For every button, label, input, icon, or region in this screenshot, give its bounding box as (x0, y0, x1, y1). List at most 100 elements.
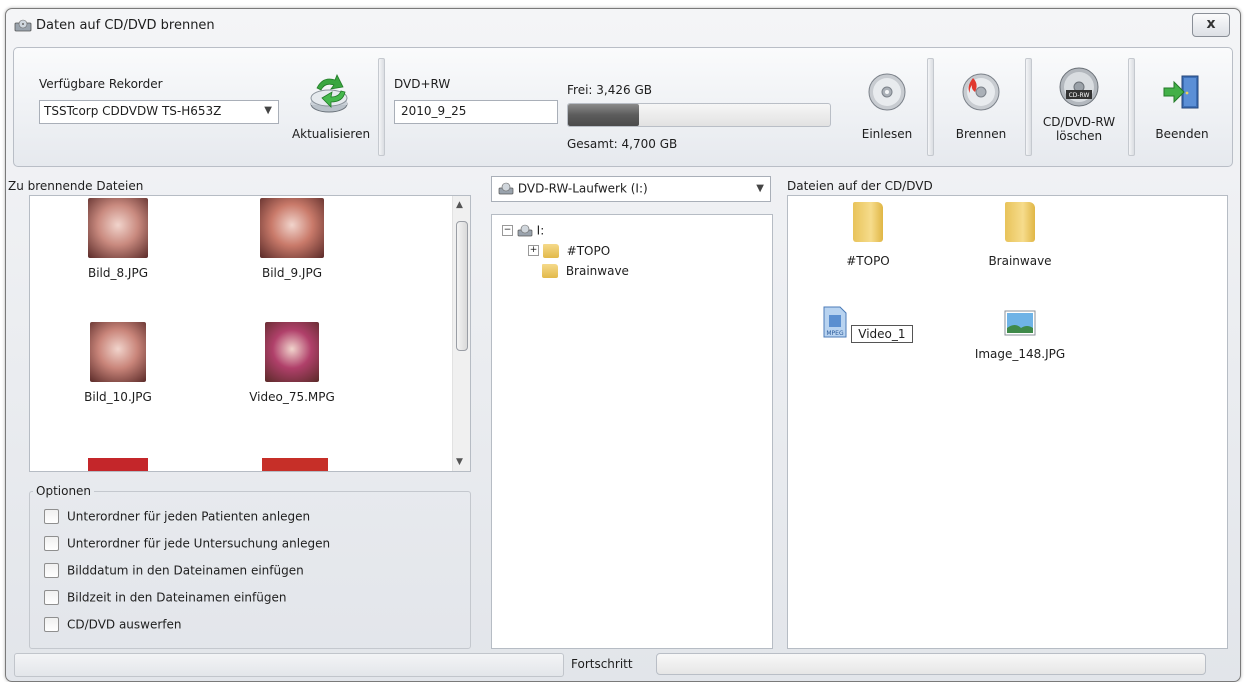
burn-button[interactable]: Brennen (942, 72, 1020, 141)
burner-app-icon (14, 19, 32, 32)
read-button[interactable]: Einlesen (852, 72, 922, 141)
disc-usage-bar (567, 103, 831, 127)
exit-button[interactable]: Beenden (1142, 72, 1222, 141)
refresh-button[interactable]: Aktualisieren (286, 72, 376, 141)
file-name: Bild_10.JPG (84, 390, 152, 404)
disc-item-video[interactable]: MPEG Video_1 (808, 306, 928, 343)
total-space-label: Gesamt: 4,700 GB (567, 137, 678, 151)
disc-files-view[interactable]: #TOPO Brainwave MPEG Video_1 Image_148.J… (787, 195, 1228, 649)
read-button-label: Einlesen (861, 127, 913, 141)
disc-type-label: DVD+RW (394, 77, 451, 91)
photo-thumbnail-image (260, 198, 324, 258)
scroll-up-arrow-icon[interactable]: ▲ (456, 200, 463, 210)
option-label: Unterordner für jeden Patienten anlegen (67, 509, 311, 524)
status-area (14, 653, 564, 677)
drive-select[interactable]: DVD-RW-Laufwerk (I:) ▼ (491, 176, 771, 202)
progress-label: Fortschritt (571, 657, 633, 671)
disc-item-label: Image_148.JPG (974, 347, 1066, 361)
checkbox[interactable] (44, 590, 59, 605)
file-name: Video_75.MPG (249, 390, 335, 404)
tree-item-brainwave[interactable]: Brainwave (542, 263, 629, 278)
checkbox[interactable] (44, 536, 59, 551)
chevron-down-icon: ▼ (264, 105, 272, 116)
refresh-button-label: Aktualisieren (291, 127, 371, 141)
checkbox[interactable] (44, 617, 59, 632)
partial-thumbnail (262, 458, 328, 471)
files-to-burn-list[interactable]: Bild_8.JPG Bild_9.JPG Bild_10.JPG Video_… (29, 195, 471, 472)
disc-files-header: Dateien auf der CD/DVD (787, 179, 933, 193)
option-eject-disc[interactable]: CD/DVD auswerfen (44, 617, 182, 632)
disc-burn-icon (962, 73, 1000, 111)
free-space-label: Frei: 3,426 GB (567, 83, 652, 97)
tree-item-label: #TOPO (566, 243, 611, 258)
status-bar: Fortschritt (6, 651, 1240, 681)
file-thumbnail[interactable]: Video_75.MPG (242, 322, 342, 404)
toolbar: Verfügbare Rekorder TSSTcorp CDDVDW TS-H… (13, 47, 1233, 167)
recorder-select[interactable]: TSSTcorp CDDVDW TS-H653Z ▼ (39, 100, 279, 124)
disc-usage-fill (568, 104, 639, 126)
burn-button-label: Brennen (955, 127, 1007, 141)
disc-read-icon (868, 73, 906, 111)
drive-tree-view[interactable]: − I: + #TOPO Brainwave (491, 214, 773, 649)
refresh-drive-icon (310, 74, 348, 113)
option-image-date[interactable]: Bilddatum in den Dateinamen einfügen (44, 563, 304, 578)
exit-door-icon (1163, 75, 1199, 109)
option-label: Bilddatum in den Dateinamen einfügen (67, 563, 304, 578)
folder-icon (1005, 202, 1035, 242)
tree-root[interactable]: − I: (502, 223, 544, 238)
photo-thumbnail-image (88, 198, 148, 258)
disc-item-image[interactable]: Image_148.JPG (960, 310, 1080, 361)
option-subfolder-exam[interactable]: Unterordner für jede Untersuchung anlege… (44, 536, 330, 551)
folder-icon (853, 202, 883, 242)
file-name: Bild_9.JPG (261, 266, 323, 280)
disc-item-folder[interactable]: #TOPO (808, 202, 928, 268)
options-header: Optionen (33, 484, 95, 498)
file-thumbnail[interactable]: Bild_9.JPG (242, 198, 342, 280)
close-button[interactable]: x (1192, 13, 1230, 37)
tree-item-topo[interactable]: + #TOPO (528, 243, 610, 258)
scrollbar-thumb[interactable] (456, 221, 468, 351)
collapse-icon[interactable]: − (502, 225, 513, 236)
video-thumbnail-image (265, 322, 319, 382)
scroll-down-arrow-icon[interactable]: ▼ (456, 457, 463, 467)
chevron-down-icon: ▼ (756, 183, 764, 194)
toolbar-separator (1128, 58, 1135, 156)
erase-button-label-line1: CD/DVD-RW (1042, 115, 1116, 129)
disc-item-label: #TOPO (846, 254, 890, 268)
burn-dialog-window: Daten auf CD/DVD brennen x Verfügbare Re… (5, 8, 1241, 682)
option-image-time[interactable]: Bildzeit in den Dateinamen einfügen (44, 590, 286, 605)
exit-button-label: Beenden (1155, 127, 1209, 141)
folder-icon (542, 263, 558, 278)
image-file-icon (1004, 310, 1036, 336)
erase-disc-button[interactable]: CD-RW CD/DVD-RW löschen (1034, 66, 1124, 143)
toolbar-separator (927, 58, 934, 156)
tree-item-label: Brainwave (565, 263, 629, 278)
file-thumbnail[interactable]: Bild_10.JPG (68, 322, 168, 404)
files-to-burn-header: Zu brennende Dateien (8, 179, 144, 193)
drive-icon (517, 224, 533, 236)
checkbox[interactable] (44, 563, 59, 578)
option-subfolder-patient[interactable]: Unterordner für jeden Patienten anlegen (44, 509, 310, 524)
vertical-scrollbar[interactable]: ▲ ▼ (452, 196, 470, 471)
disc-item-label: Brainwave (988, 254, 1052, 268)
checkbox[interactable] (44, 509, 59, 524)
toolbar-separator (378, 58, 385, 156)
mpeg-file-icon: MPEG (823, 306, 847, 338)
photo-thumbnail-image (90, 322, 146, 382)
disc-name-value: 2010_9_25 (401, 104, 467, 118)
disc-erase-icon: CD-RW (1059, 67, 1099, 107)
burn-progress-bar (656, 653, 1206, 675)
partial-thumbnail (88, 458, 148, 471)
option-label: Unterordner für jede Untersuchung anlege… (67, 536, 331, 551)
disc-item-folder[interactable]: Brainwave (960, 202, 1080, 268)
drive-select-value: DVD-RW-Laufwerk (I:) (517, 181, 648, 196)
toolbar-separator (1025, 58, 1032, 156)
disc-name-input[interactable]: 2010_9_25 (394, 100, 558, 124)
option-label: CD/DVD auswerfen (67, 617, 182, 632)
window-title: Daten auf CD/DVD brennen (36, 18, 215, 33)
disc-item-label-selected: Video_1 (851, 325, 913, 343)
expand-icon[interactable]: + (528, 245, 539, 256)
recorder-value: TSSTcorp CDDVDW TS-H653Z (44, 104, 222, 118)
file-thumbnail[interactable]: Bild_8.JPG (68, 198, 168, 280)
drive-icon (498, 182, 514, 194)
